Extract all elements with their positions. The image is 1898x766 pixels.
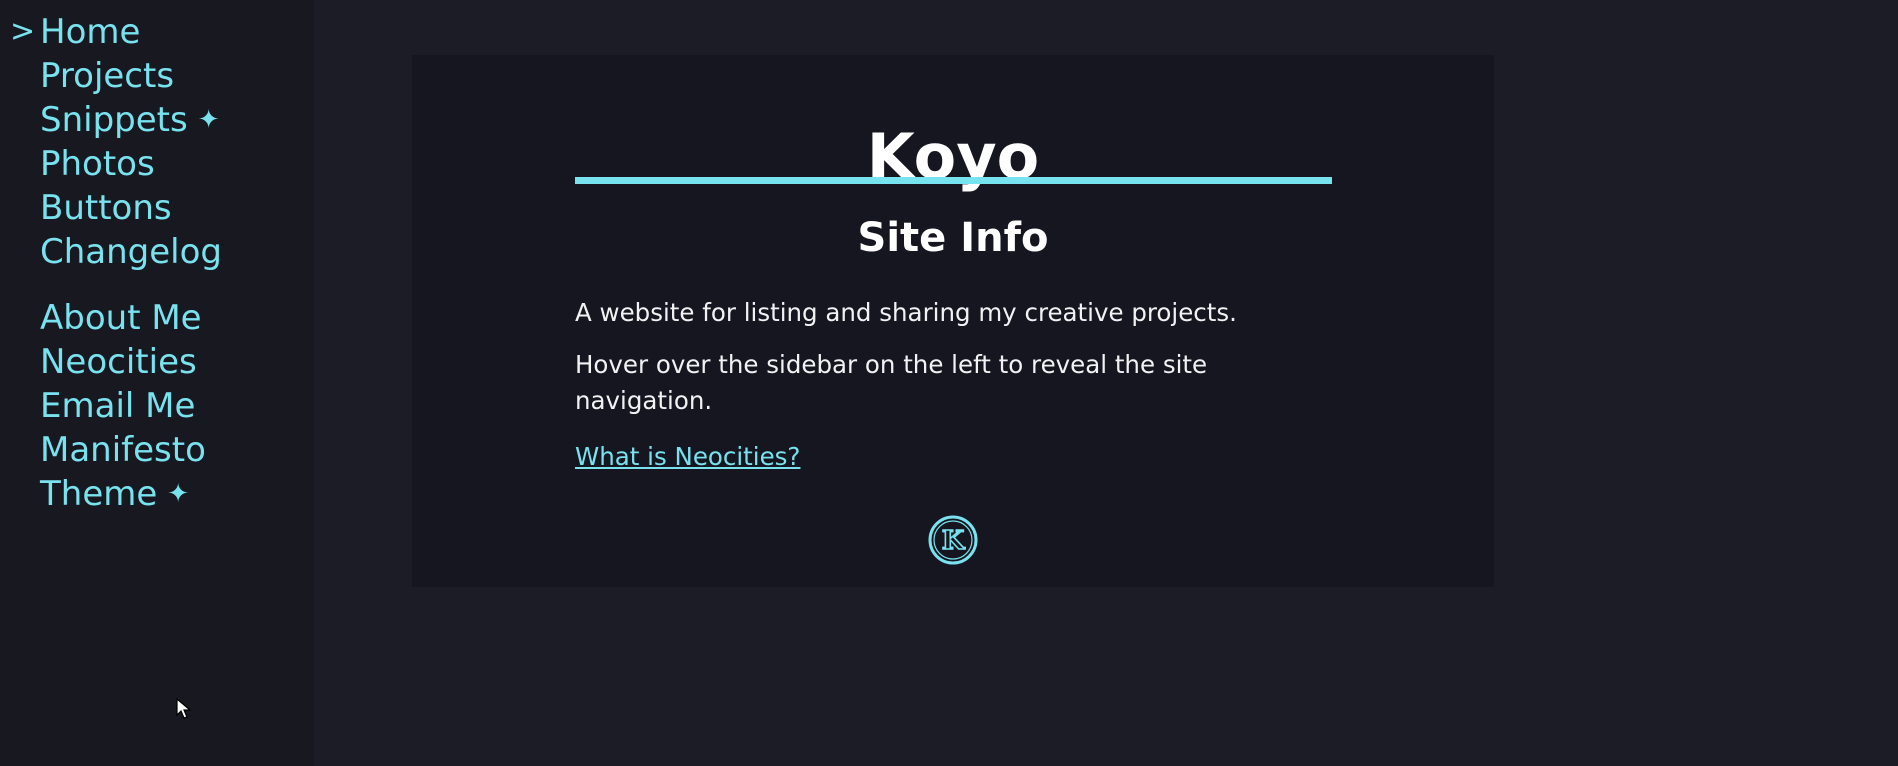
sidebar-item-theme[interactable]: Theme ✦ [0, 472, 314, 516]
k-circle-logo-icon[interactable]: K [928, 515, 978, 565]
sidebar-item-changelog[interactable]: Changelog [0, 230, 314, 274]
sidebar-item-label: About Me [40, 298, 202, 338]
secondary-nav: About Me Neocities Email Me Manifesto Th… [0, 296, 314, 516]
sidebar-item-email-me[interactable]: Email Me [0, 384, 314, 428]
title-divider [575, 177, 1332, 184]
sidebar-item-label: Projects [40, 56, 175, 96]
sidebar-item-label: Neocities [40, 342, 197, 382]
current-page-marker: > [10, 14, 36, 49]
sidebar-item-projects[interactable]: Projects [0, 54, 314, 98]
sidebar-item-label: Manifesto [40, 430, 206, 470]
sidebar-item-label: Photos [40, 144, 155, 184]
sidebar-item-label: Buttons [40, 188, 172, 228]
sparkle-star-icon: ✦ [197, 105, 220, 135]
sidebar-item-label: Snippets [40, 100, 188, 140]
primary-nav: > Home Projects Snippets ✦ Photos Button… [0, 10, 314, 274]
sidebar-item-about-me[interactable]: About Me [0, 296, 314, 340]
hover-hint-paragraph: Hover over the sidebar on the left to re… [575, 350, 1208, 415]
sidebar-item-buttons[interactable]: Buttons [0, 186, 314, 230]
sidebar-item-label: Home [40, 12, 141, 52]
sidebar: > Home Projects Snippets ✦ Photos Button… [0, 0, 314, 766]
sparkle-star-icon: ✦ [167, 479, 190, 509]
sidebar-item-manifesto[interactable]: Manifesto [0, 428, 314, 472]
sidebar-item-label: Email Me [40, 386, 196, 426]
sidebar-item-neocities[interactable]: Neocities [0, 340, 314, 384]
section-title: Site Info [857, 215, 1049, 261]
mouse-cursor-icon [176, 698, 192, 719]
site-info-card: Koyo Site Info A website for listing and… [412, 55, 1494, 587]
what-is-neocities-link[interactable]: What is Neocities? [575, 439, 800, 475]
sidebar-item-snippets[interactable]: Snippets ✦ [0, 98, 314, 142]
logo-letter: K [942, 526, 966, 556]
description-paragraph: A website for listing and sharing my cre… [575, 298, 1237, 327]
sidebar-item-home[interactable]: > Home [0, 10, 314, 54]
sidebar-item-photos[interactable]: Photos [0, 142, 314, 186]
sidebar-item-label: Changelog [40, 232, 223, 272]
sidebar-item-label: Theme [40, 474, 158, 514]
